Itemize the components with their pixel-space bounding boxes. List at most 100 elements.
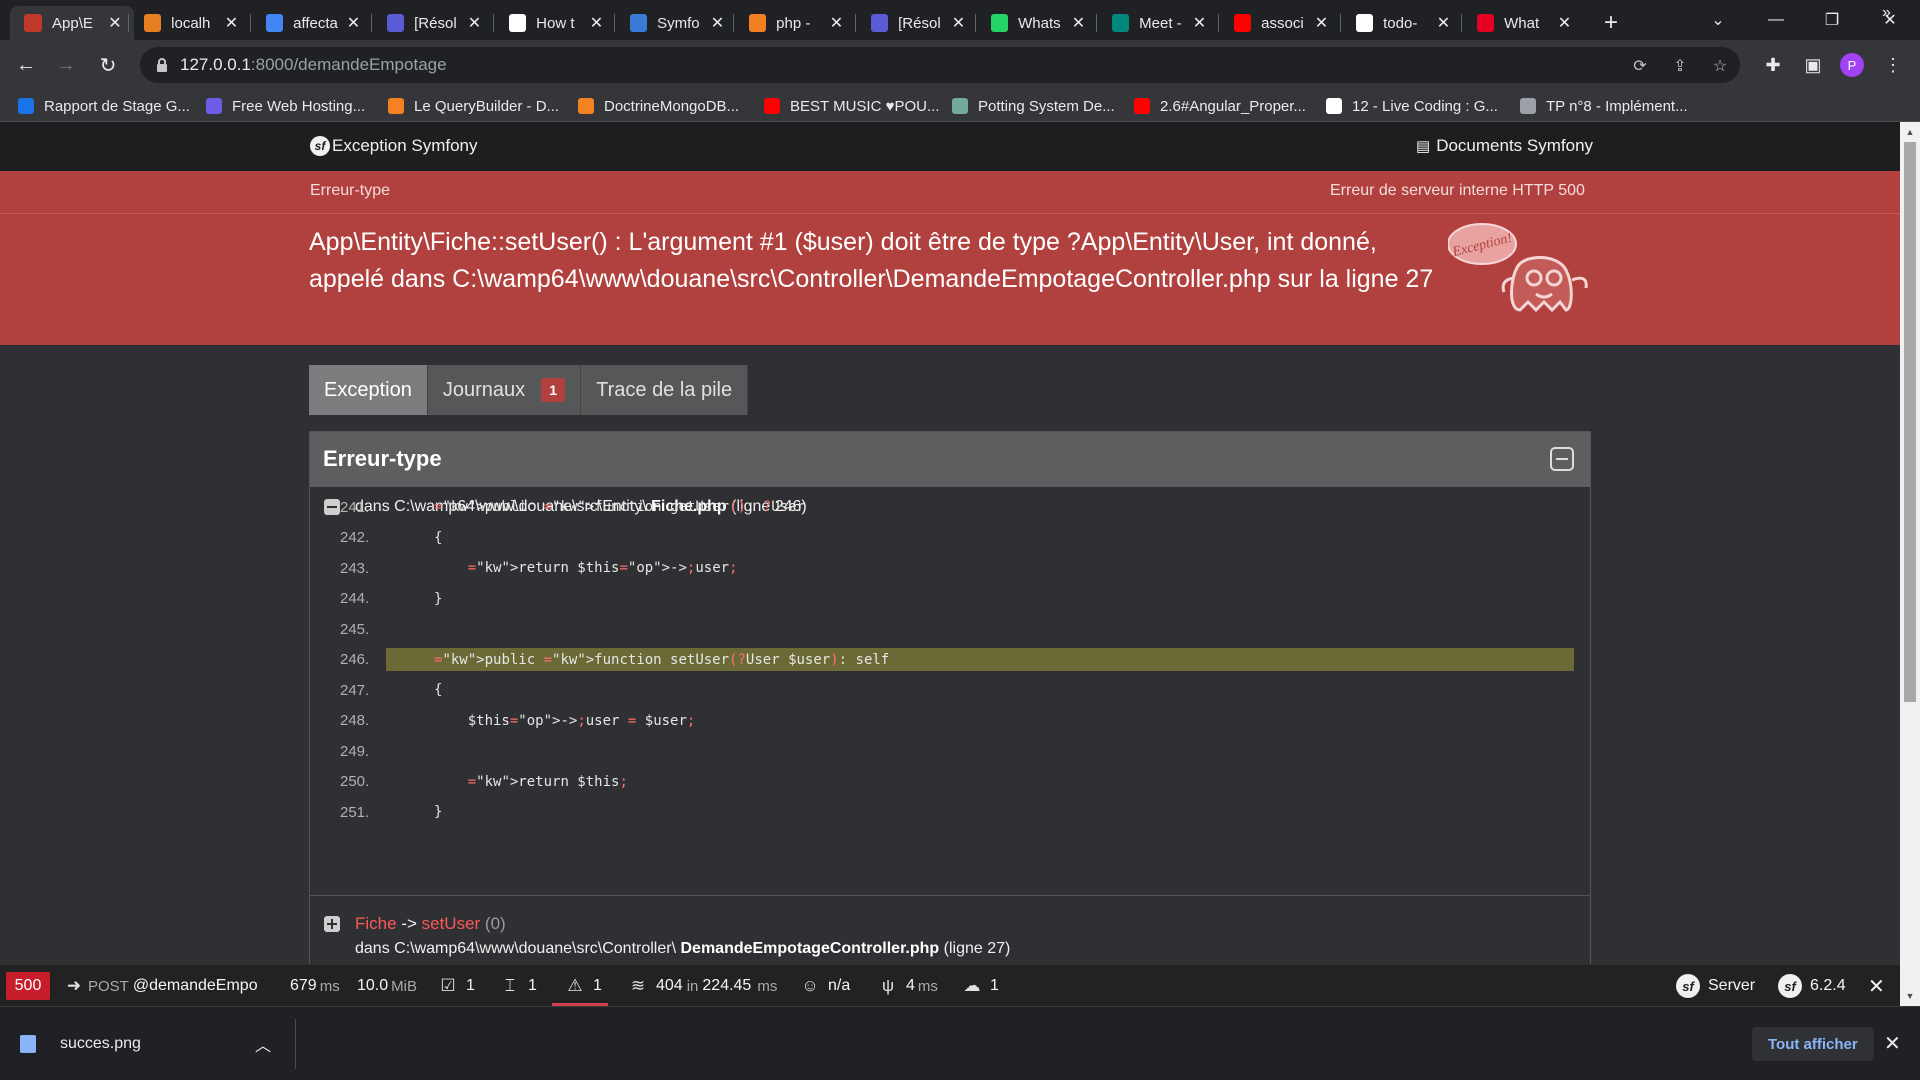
memory-item[interactable]: 10.0 MiB [357,965,417,1007]
close-tab-icon[interactable]: ✕ [709,14,726,32]
show-all-downloads-button[interactable]: Tout afficher [1752,1027,1874,1061]
expand-toggle-icon[interactable] [324,916,340,932]
code-line: 251.} [310,799,1590,825]
tab-exception[interactable]: Exception [309,365,428,415]
forms-item[interactable]: ☑ 1 [438,965,475,1007]
tab-journaux[interactable]: Journaux 1 [427,365,582,415]
codingame-icon [1326,98,1342,114]
twig-icon: ψ [881,976,895,995]
back-arrow-icon[interactable]: ← [10,49,42,81]
symfony-logo-icon: sf [310,136,330,156]
image-file-icon [20,1035,36,1053]
browser-tab[interactable]: How t ✕ [495,6,613,40]
code-text: { [434,682,443,698]
browser-tab[interactable]: [Résol ✕ [857,6,975,40]
close-tab-icon[interactable]: ✕ [466,14,483,32]
browser-tab[interactable]: Meet - ✕ [1098,6,1216,40]
close-tab-icon[interactable]: ✕ [345,14,362,32]
wamp-icon [144,14,162,32]
db-item[interactable]: ☁ 1 [962,965,999,1007]
browser-tab[interactable]: Symfo ✕ [616,6,734,40]
share-icon[interactable]: ⇪ [1670,56,1690,76]
bookmark-item[interactable]: DoctrineMongoDB... [578,94,739,118]
code-line: 243. ="kw">return $this="op">->;user; [310,555,1590,581]
browser-tab[interactable]: associ ✕ [1220,6,1338,40]
server-item[interactable]: sf Server [1676,965,1755,1007]
side-panel-icon[interactable]: ▣ [1802,54,1824,76]
restore-button[interactable]: ❐ [1804,0,1860,40]
validator-item[interactable]: ⌶ 1 [500,965,537,1007]
browser-tab[interactable]: What ✕ [1463,6,1581,40]
bookmarks-bar: Rapport de Stage G... Free Web Hosting...… [0,90,1920,122]
user-item[interactable]: ☺ n/a [800,965,850,1007]
close-tab-icon[interactable]: ✕ [1556,14,1573,32]
browser-tab[interactable]: todo- ✕ [1342,6,1460,40]
close-tab-icon[interactable]: ✕ [1313,14,1330,32]
bookmark-item[interactable]: Le QueryBuilder - D... [388,94,559,118]
symfony-exception-page: sf Exception Symfony ▤ Documents Symfony… [0,122,1900,964]
close-tab-icon[interactable]: ✕ [950,14,967,32]
request-item[interactable]: ➜ POST @demandeEmpotag [64,965,258,1007]
reload-icon[interactable]: ↻ [92,49,124,81]
minimize-button[interactable]: — [1748,0,1804,40]
time-item[interactable]: 679 ms [290,965,340,1007]
bookmark-item[interactable]: Rapport de Stage G... [18,94,190,118]
tab-title: [Résol [414,14,457,32]
symfony-docs-link[interactable]: ▤ Documents Symfony [1416,136,1593,156]
close-tab-icon[interactable]: ✕ [1435,14,1452,32]
d-icon [871,14,889,32]
browser-toolbar: ← → ↻ 127.0.0.1:8000/demandeEmpotage ⟳ ⇪… [0,40,1920,90]
code-text: ="kw">return $this; [467,773,628,790]
bookmark-item[interactable]: TP n°8 - Implément... [1520,94,1688,118]
scroll-up-icon[interactable]: ▲ [1900,124,1920,140]
status-code-badge[interactable]: 500 [6,972,50,1000]
tab-search-chevron-icon[interactable]: ⌄ [1690,0,1746,40]
close-tab-icon[interactable]: ✕ [828,14,845,32]
browser-tab[interactable]: php - ✕ [735,6,853,40]
bookmark-item[interactable]: 2.6#Angular_Proper... [1134,94,1306,118]
version-item[interactable]: sf 6.2.4 [1778,965,1846,1007]
close-tab-icon[interactable]: ✕ [106,14,124,32]
close-tab-icon[interactable]: ✕ [1070,14,1087,32]
bookmarks-overflow-icon[interactable]: » [1882,4,1891,22]
browser-tab[interactable]: App\E ✕ [10,6,134,40]
collapse-all-icon[interactable] [1550,447,1574,471]
close-downloads-icon[interactable]: ✕ [1884,1031,1901,1056]
tab-title: Whats [1018,14,1061,32]
close-tab-icon[interactable]: ✕ [588,14,605,32]
close-tab-icon[interactable]: ✕ [223,14,240,32]
bookmark-item[interactable]: BEST MUSIC ♥POU... [764,94,940,118]
logs-item[interactable]: ⚠ 1 [565,965,602,1007]
symfony-exception-link[interactable]: sf Exception Symfony [310,136,478,156]
code-text: } [434,590,443,607]
download-item[interactable]: succes.png [20,1029,141,1059]
forward-arrow-icon[interactable]: → [50,49,82,81]
twig-item[interactable]: ψ 4 ms [878,965,938,1007]
bookmark-star-icon[interactable]: ☆ [1710,56,1730,76]
close-toolbar-icon[interactable]: ✕ [1868,965,1885,1007]
exception-tabs: Exception Journaux 1 Trace de la pile [309,365,749,415]
new-tab-button[interactable]: + [1596,8,1626,38]
chevron-up-icon[interactable]: ︿ [255,1032,271,1056]
tab-separator [975,14,976,32]
page-scrollbar[interactable]: ▲ ▼ [1900,122,1920,1006]
scroll-thumb[interactable] [1904,142,1916,702]
code-line: 247. { [310,677,1590,703]
tab-separator [128,14,129,32]
profile-avatar[interactable]: P [1840,53,1864,77]
translate-icon[interactable]: ⟳ [1630,56,1650,76]
menu-kebab-icon[interactable]: ⋮ [1882,54,1904,76]
browser-tab[interactable]: Whats ✕ [977,6,1095,40]
cache-item[interactable]: ≋ 404 in 224.45 ms [628,965,777,1007]
address-bar[interactable]: 127.0.0.1:8000/demandeEmpotage ⟳ ⇪ ☆ [140,47,1740,83]
close-tab-icon[interactable]: ✕ [1191,14,1208,32]
bookmark-item[interactable]: Free Web Hosting... [206,94,365,118]
bookmark-item[interactable]: 12 - Live Coding : G... [1326,94,1498,118]
extensions-puzzle-icon[interactable]: ✚ [1762,54,1784,76]
browser-tab[interactable]: localh ✕ [130,6,248,40]
bookmark-item[interactable]: Potting System De... [952,94,1115,118]
scroll-down-icon[interactable]: ▼ [1900,988,1920,1004]
tab-trace[interactable]: Trace de la pile [581,365,749,415]
browser-tab[interactable]: affecta ✕ [252,6,370,40]
browser-tab[interactable]: [Résol ✕ [373,6,491,40]
